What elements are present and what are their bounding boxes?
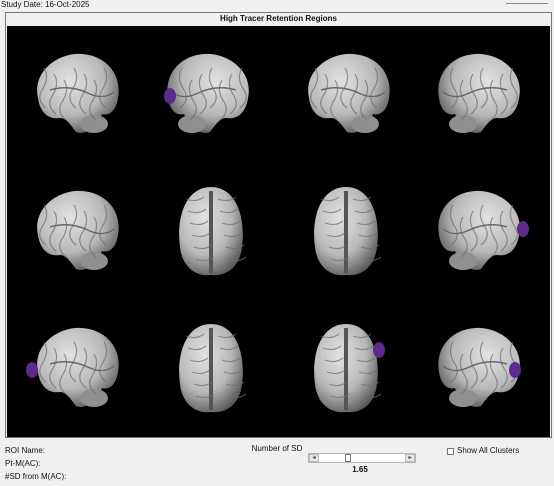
high-retention-cluster [509,362,521,378]
brain-render-right-medial [156,40,266,150]
show-all-clusters-checkbox[interactable] [447,448,454,455]
sd-value: 1.65 [352,465,368,474]
brain-render-left-lateral-tilted [20,177,130,287]
brain-render-posterior [291,314,401,424]
brain-render-left-lateral [20,40,130,150]
brain-render-right-lateral-tilted [427,177,537,287]
high-retention-cluster [164,88,176,104]
high-retention-cluster [373,342,385,358]
brain-render-left-medial [291,40,401,150]
brain-render-left-anterior [20,314,130,424]
high-retention-cluster [26,362,38,378]
show-all-clusters-label: Show All Clusters [457,446,520,455]
brain-render-right-lateral [427,40,537,150]
brain-render-inferior [156,177,266,287]
brain-render-superior [291,177,401,287]
panel-title: High Tracer Retention Regions [220,14,337,23]
slider-left-arrow-button[interactable]: ◂ [309,454,319,462]
retention-panel: High Tracer Retention Regions [5,12,552,438]
window-edge-line [506,3,548,4]
slider-right-arrow-button[interactable]: ▸ [405,454,415,462]
study-date: Study Date: 16-Oct-2025 [1,0,90,9]
brain-render-inferior-2 [156,314,266,424]
brain-viewer[interactable] [7,26,550,437]
slider-thumb[interactable] [345,454,351,462]
high-retention-cluster [517,221,529,237]
sd-slider[interactable]: ◂ ▸ [308,453,416,463]
brain-render-right-posterior [427,314,537,424]
